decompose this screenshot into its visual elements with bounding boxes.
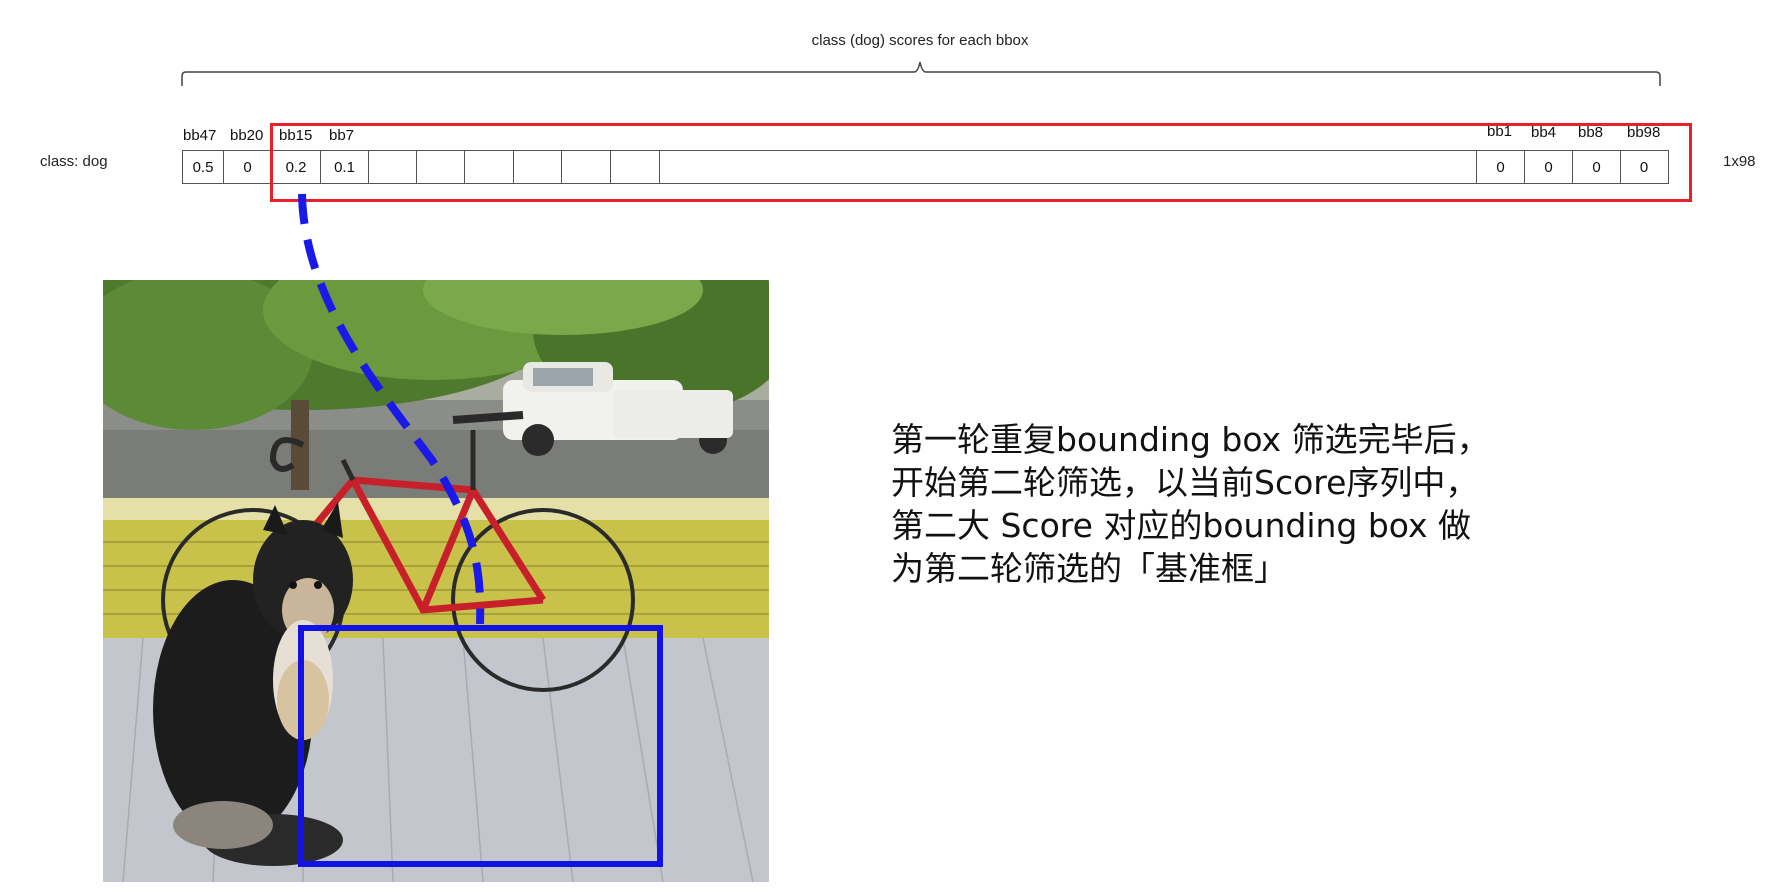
score-cell: 0.5 [192, 158, 214, 176]
class-row-label: class: dog [40, 153, 108, 170]
remaining-scores-highlight [270, 123, 1692, 202]
photo-scene [103, 280, 769, 882]
explanation-line: 开始第二轮筛选，以当前Score序列中， [891, 463, 1479, 502]
explanation-text: 第一轮重复bounding box 筛选完毕后， 开始第二轮筛选，以当前Scor… [891, 418, 1531, 590]
dimension-label: 1x98 [1723, 153, 1756, 170]
explanation-line: 为第二轮筛选的「基准框」 [891, 549, 1287, 588]
dog-photo [103, 280, 769, 882]
explanation-line: 第二大 Score 对应的bounding box 做 [891, 506, 1471, 545]
bbox-label: bb47 [183, 127, 217, 144]
curly-brace [181, 61, 1661, 86]
explanation-line: 第一轮重复bounding box 筛选完毕后， [891, 420, 1490, 459]
score-cell: 0 [223, 151, 271, 183]
bbox-label: bb20 [230, 127, 264, 144]
